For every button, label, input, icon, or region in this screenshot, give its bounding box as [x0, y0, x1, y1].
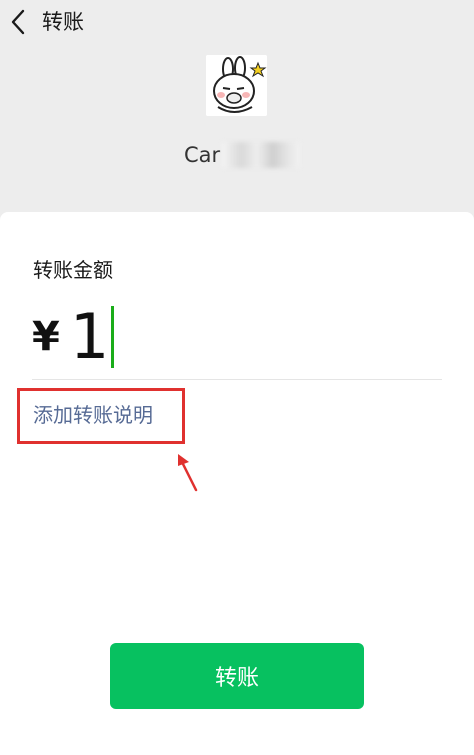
transfer-card: 转账金额 ¥ 1 添加转账说明 转账: [0, 212, 474, 755]
amount-input[interactable]: ¥ 1: [32, 300, 115, 373]
currency-symbol: ¥: [32, 314, 60, 360]
transfer-button[interactable]: 转账: [110, 643, 364, 709]
back-button[interactable]: [6, 6, 30, 38]
transfer-screen: 转账 Car 转账金额 ¥ 1 添加转账说明 转账: [0, 0, 474, 755]
text-caret: [111, 306, 115, 368]
bunny-avatar-icon: [206, 55, 267, 116]
recipient-name-redacted: [222, 142, 301, 168]
divider: [32, 379, 442, 380]
avatar: [206, 55, 267, 116]
annotation-arrow-icon: [178, 454, 198, 492]
amount-label: 转账金额: [33, 258, 113, 282]
recipient-name-text: Car: [184, 143, 221, 167]
recipient-name: Car: [184, 140, 301, 170]
annotation-highlight-box: [17, 388, 185, 444]
amount-value: 1: [69, 300, 110, 373]
chevron-left-icon: [11, 9, 25, 35]
top-bar: 转账: [0, 0, 474, 46]
page-title: 转账: [42, 10, 84, 34]
